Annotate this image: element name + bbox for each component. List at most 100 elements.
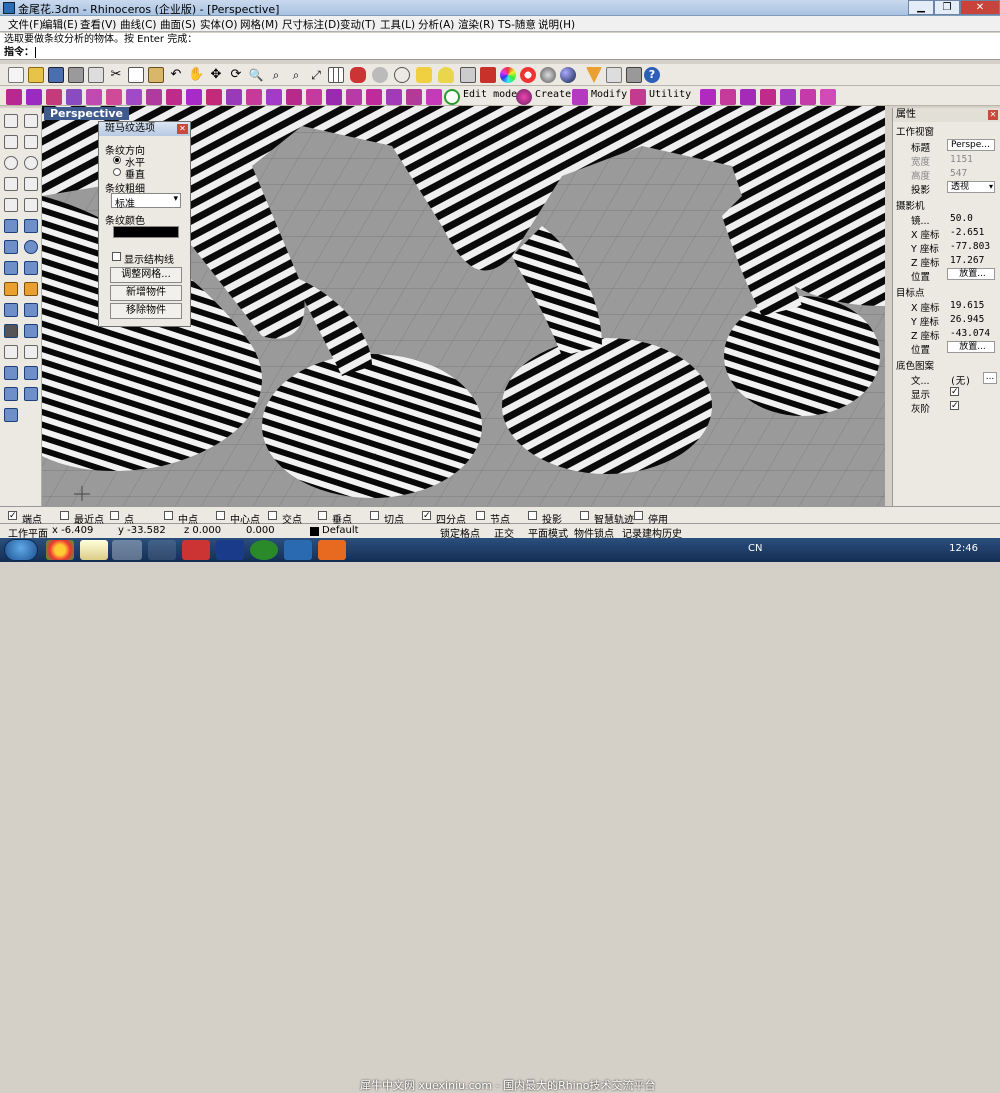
- extrude-icon[interactable]: [86, 89, 102, 105]
- viewport-title-tab[interactable]: Perspective: [44, 107, 130, 120]
- select-icon[interactable]: [416, 67, 432, 83]
- tgt-y-value[interactable]: 26.945: [950, 314, 984, 325]
- extra-tool-7-icon[interactable]: [820, 89, 836, 105]
- extra-tool-1-icon[interactable]: [700, 89, 716, 105]
- boolean-union-icon[interactable]: [4, 282, 18, 296]
- maximize-button[interactable]: ❐: [934, 0, 960, 15]
- osnap-perp-checkbox[interactable]: [318, 511, 327, 520]
- fillet-icon[interactable]: [226, 89, 242, 105]
- menu-transform[interactable]: 变动(T): [340, 17, 376, 32]
- cam-z-value[interactable]: 17.267: [950, 255, 984, 266]
- match-icon[interactable]: [366, 89, 382, 105]
- lock-icon[interactable]: [460, 67, 476, 83]
- stripe-color-swatch[interactable]: [113, 226, 179, 238]
- add-objects-button[interactable]: 新增物件: [110, 285, 182, 301]
- green-app-icon[interactable]: [250, 540, 278, 560]
- rebuild-icon[interactable]: [346, 89, 362, 105]
- firefox-icon[interactable]: [318, 540, 346, 560]
- horizontal-radio[interactable]: [113, 156, 121, 164]
- mirror-tool-icon[interactable]: [24, 387, 38, 401]
- menu-dimension[interactable]: 尺寸标注(D): [282, 17, 340, 32]
- offset-icon[interactable]: [246, 89, 262, 105]
- sphere-icon[interactable]: [24, 240, 38, 254]
- text-tool-icon[interactable]: [24, 198, 38, 212]
- paste-icon[interactable]: [148, 67, 164, 83]
- menu-tools[interactable]: 工具(L): [380, 17, 415, 32]
- power-icon[interactable]: [444, 89, 460, 105]
- menu-ts[interactable]: TS-随意: [498, 17, 536, 32]
- help-icon[interactable]: ?: [644, 67, 660, 83]
- thickness-select[interactable]: 标准 ▾: [111, 193, 181, 210]
- patch-icon[interactable]: [186, 89, 202, 105]
- menu-mesh[interactable]: 网格(M): [240, 17, 278, 32]
- edit-mode-label[interactable]: Edit mode: [463, 89, 517, 100]
- properties-icon[interactable]: [520, 67, 536, 83]
- loft-icon[interactable]: [106, 89, 122, 105]
- rotate-view-icon[interactable]: ⟳: [228, 67, 244, 83]
- close-button[interactable]: ✕: [960, 0, 1000, 15]
- four-viewports-icon[interactable]: [328, 67, 344, 83]
- twist-icon[interactable]: [426, 89, 442, 105]
- extra-tool-4-icon[interactable]: [760, 89, 776, 105]
- settings-task-icon[interactable]: [148, 540, 176, 560]
- move-tool-icon[interactable]: [24, 324, 38, 338]
- prop-title-field[interactable]: Perspe...: [947, 139, 995, 151]
- create-icon[interactable]: [516, 89, 532, 105]
- car-render-icon[interactable]: [350, 67, 366, 83]
- blend-icon[interactable]: [206, 89, 222, 105]
- grid-snap-icon[interactable]: [626, 67, 642, 83]
- extra-tool-6-icon[interactable]: [800, 89, 816, 105]
- create-label[interactable]: Create: [535, 89, 571, 100]
- cylinder-icon[interactable]: [4, 261, 18, 275]
- new-file-icon[interactable]: [8, 67, 24, 83]
- flow-icon[interactable]: [406, 89, 422, 105]
- circle-icon[interactable]: [4, 156, 18, 170]
- extra-tool-2-icon[interactable]: [720, 89, 736, 105]
- revolve-icon[interactable]: [146, 89, 162, 105]
- remove-objects-button[interactable]: 移除物件: [110, 303, 182, 319]
- properties-close-icon[interactable]: ✕: [988, 110, 998, 120]
- media-icon[interactable]: [284, 540, 312, 560]
- arc-icon[interactable]: [46, 89, 62, 105]
- select-arrow-icon[interactable]: [4, 114, 18, 128]
- menu-file[interactable]: 文件(F): [8, 17, 43, 32]
- utility-label[interactable]: Utility: [649, 89, 691, 100]
- surface-edge-icon[interactable]: [24, 219, 38, 233]
- rhino-task-icon[interactable]: [112, 540, 142, 560]
- osnap-smarttrack-checkbox[interactable]: [580, 511, 589, 520]
- vertical-radio[interactable]: [113, 168, 121, 176]
- osnap-knot-checkbox[interactable]: [476, 511, 485, 520]
- render-sphere-icon[interactable]: [560, 67, 576, 83]
- zoom-window-icon[interactable]: ⌕: [268, 67, 284, 83]
- minimize-button[interactable]: ▁: [908, 0, 934, 15]
- tgt-x-value[interactable]: 19.615: [950, 300, 984, 311]
- sweep-icon[interactable]: [126, 89, 142, 105]
- array-tool-icon[interactable]: [4, 387, 18, 401]
- analyze-tool-icon[interactable]: [4, 408, 18, 422]
- projection-select[interactable]: 透视 ▾: [947, 181, 995, 193]
- light-bulb-icon[interactable]: [438, 67, 454, 83]
- fillet-curve-icon[interactable]: [4, 345, 18, 359]
- ime-indicator[interactable]: CN: [748, 543, 762, 554]
- network-surface-icon[interactable]: [166, 89, 182, 105]
- explode-icon[interactable]: [326, 89, 342, 105]
- menu-curve[interactable]: 曲线(C): [120, 17, 157, 32]
- show-structure-checkbox[interactable]: [112, 252, 121, 261]
- dimension-icon[interactable]: [606, 67, 622, 83]
- split-icon[interactable]: [266, 89, 282, 105]
- app-task-icon[interactable]: [182, 540, 210, 560]
- osnap-mid-checkbox[interactable]: [164, 511, 173, 520]
- osnap-quad-checkbox[interactable]: ✓: [422, 511, 431, 521]
- import-icon[interactable]: [88, 67, 104, 83]
- menu-surface[interactable]: 曲面(S): [160, 17, 196, 32]
- boolean-diff-icon[interactable]: [24, 282, 38, 296]
- split-tool-icon[interactable]: [24, 303, 38, 317]
- point-dot-icon[interactable]: [24, 114, 38, 128]
- start-button[interactable]: [4, 539, 38, 561]
- osnap-end-checkbox[interactable]: ✓: [8, 511, 17, 521]
- offset-curve-icon[interactable]: [24, 345, 38, 359]
- menu-solid[interactable]: 实体(O): [200, 17, 237, 32]
- surface-icon[interactable]: [66, 89, 82, 105]
- extra-tool-5-icon[interactable]: [780, 89, 796, 105]
- transform-tool-icon[interactable]: [24, 366, 38, 380]
